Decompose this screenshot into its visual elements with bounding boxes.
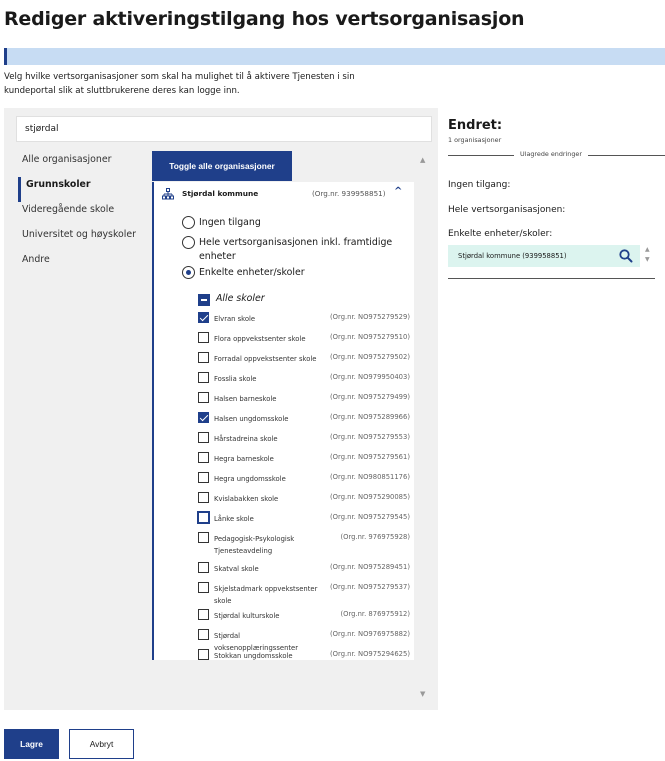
school-checkbox[interactable]: [198, 609, 209, 620]
nav-item-grunnskoler[interactable]: Grunnskoler: [18, 177, 148, 202]
radio-hele-vertsorganisasjonen[interactable]: Hele vertsorganisasjonen inkl. framtidig…: [182, 236, 407, 264]
select-all-checkbox[interactable]: [198, 294, 210, 306]
radio-label: Hele vertsorganisasjonen inkl. framtidig…: [199, 237, 393, 262]
changes-title: Endret:: [448, 118, 503, 133]
radio-button[interactable]: [182, 266, 195, 279]
school-name: Halsen barneskole: [214, 395, 277, 403]
school-name: Skatval skole: [214, 565, 259, 573]
school-checkbox[interactable]: [198, 582, 209, 593]
school-name: Kvislabakken skole: [214, 495, 279, 503]
school-checkbox[interactable]: [198, 532, 209, 543]
list-scrollbar[interactable]: ▲ ▼: [416, 152, 432, 708]
school-name: Elvran skole: [214, 315, 256, 323]
category-nav: Alle organisasjoner Grunnskoler Videregå…: [18, 152, 148, 277]
organization-picker: stjørdal Alle organisasjoner Grunnskoler…: [4, 108, 438, 710]
changes-count: 1 organisasjoner: [448, 136, 502, 144]
radio-button[interactable]: [182, 216, 195, 229]
school-name: Stjørdal kulturskole: [214, 612, 280, 620]
school-org-number: (Org.nr. NO975279510): [330, 333, 410, 341]
chevron-up-icon[interactable]: ^: [394, 186, 402, 197]
school-checkbox[interactable]: [198, 372, 209, 383]
radio-label: Enkelte enheter/skoler: [199, 267, 305, 278]
whole-org-label: Hele vertsorganisasjonen:: [448, 205, 566, 215]
school-checkbox[interactable]: [198, 452, 209, 463]
school-org-number: (Org.nr. NO975279561): [330, 453, 410, 461]
nav-item-videregaende-skole[interactable]: Videregående skole: [18, 202, 148, 227]
school-name: Hegra ungdomsskole: [214, 475, 286, 483]
school-org-number: (Org.nr. NO975279502): [330, 353, 410, 361]
school-org-number: (Org.nr. NO975279499): [330, 393, 410, 401]
school-org-number: (Org.nr. NO975279537): [330, 583, 410, 591]
school-org-number: (Org.nr. NO975279529): [330, 313, 410, 321]
school-checkbox[interactable]: [198, 649, 209, 660]
school-org-number: (Org.nr. 876975912): [340, 610, 410, 618]
radio-enkelte-enheter[interactable]: Enkelte enheter/skoler: [182, 266, 407, 280]
school-checkbox[interactable]: [198, 472, 209, 483]
search-icon[interactable]: [618, 248, 634, 264]
some-units-label: Enkelte enheter/skoler:: [448, 229, 553, 239]
nav-item-alle-organisasjoner[interactable]: Alle organisasjoner: [18, 152, 148, 177]
school-org-number: (Org.nr. NO975289451): [330, 563, 410, 571]
school-name: Forradal oppvekstsenter skole: [214, 355, 317, 363]
info-banner: [4, 48, 665, 65]
school-name: Halsen ungdomsskole: [214, 415, 289, 423]
changes-panel: Endret: 1 organisasjoner Ulagrede endrin…: [448, 118, 665, 279]
school-org-number: (Org.nr. NO975279553): [330, 433, 410, 441]
school-org-number: (Org.nr. NO979950403): [330, 373, 410, 381]
school-name: Hårstadreina skole: [214, 435, 278, 443]
org-number: (Org.nr. 939958851): [312, 189, 386, 198]
radio-ingen-tilgang[interactable]: Ingen tilgang: [182, 216, 407, 230]
school-checkbox[interactable]: [198, 312, 209, 323]
org-header[interactable]: Stjørdal kommune (Org.nr. 939958851) ^: [154, 182, 414, 206]
no-access-label: Ingen tilgang:: [448, 180, 511, 190]
school-checkbox[interactable]: [198, 562, 209, 573]
school-org-number: (Org.nr. 976975928): [340, 533, 410, 541]
school-name: Pedagogisk-Psykologisk Tjenesteavdeling: [214, 535, 295, 555]
changed-org-chip[interactable]: Stjørdal kommune (939958851): [448, 245, 640, 267]
school-org-number: (Org.nr. NO980851176): [330, 473, 410, 481]
school-name: Hegra barneskole: [214, 455, 274, 463]
school-checkbox[interactable]: [198, 332, 209, 343]
changes-divider: [448, 278, 655, 279]
search-input[interactable]: stjørdal: [16, 116, 432, 142]
school-org-number: (Org.nr. NO975294625): [330, 650, 410, 658]
school-checkbox[interactable]: [198, 392, 209, 403]
scroll-up-icon[interactable]: ▲: [420, 156, 425, 164]
org-tree-icon: [162, 188, 174, 200]
all-schools-label: Alle skoler: [216, 293, 265, 304]
radio-button[interactable]: [182, 236, 195, 249]
page-title: Rediger aktiveringstilgang hos vertsorga…: [4, 8, 525, 30]
school-name: Stokkan ungdomsskole: [214, 652, 293, 660]
scroll-down-icon[interactable]: ▼: [420, 690, 425, 698]
toggle-all-button[interactable]: Toggle alle organisasjoner: [152, 151, 292, 181]
nav-item-universitet-og-hoyskoler[interactable]: Universitet og høyskoler: [18, 227, 148, 252]
nav-item-andre[interactable]: Andre: [18, 252, 148, 277]
school-checkbox[interactable]: [198, 352, 209, 363]
radio-label: Ingen tilgang: [199, 217, 261, 228]
school-checkbox[interactable]: [197, 511, 210, 524]
school-org-number: (Org.nr. NO975290085): [330, 493, 410, 501]
school-checkbox[interactable]: [198, 412, 209, 423]
school-org-number: (Org.nr. NO976975882): [330, 630, 410, 638]
school-checkbox[interactable]: [198, 492, 209, 503]
unsaved-label: Ulagrede endringer: [514, 150, 588, 158]
unsaved-divider: Ulagrede endringer: [448, 150, 665, 160]
school-name: Flora oppvekstsenter skole: [214, 335, 306, 343]
cancel-button[interactable]: Avbryt: [69, 729, 134, 759]
org-card: Stjørdal kommune (Org.nr. 939958851) ^ I…: [152, 182, 414, 660]
school-name: Skjelstadmark oppvekstsenter skole: [214, 585, 318, 605]
school-name: Lånke skole: [214, 515, 254, 523]
save-button[interactable]: Lagre: [4, 729, 59, 759]
school-name: Fosslia skole: [214, 375, 257, 383]
school-org-number: (Org.nr. NO975279545): [330, 513, 410, 521]
school-checkbox[interactable]: [198, 432, 209, 443]
school-org-number: (Org.nr. NO975289966): [330, 413, 410, 421]
org-name: Stjørdal kommune: [182, 189, 259, 198]
school-checkbox[interactable]: [198, 629, 209, 640]
chip-scroll[interactable]: ▲ ▼: [645, 245, 650, 265]
page-description: Velg hvilke vertsorganisasjoner som skal…: [4, 72, 355, 96]
chip-label: Stjørdal kommune (939958851): [458, 252, 567, 260]
